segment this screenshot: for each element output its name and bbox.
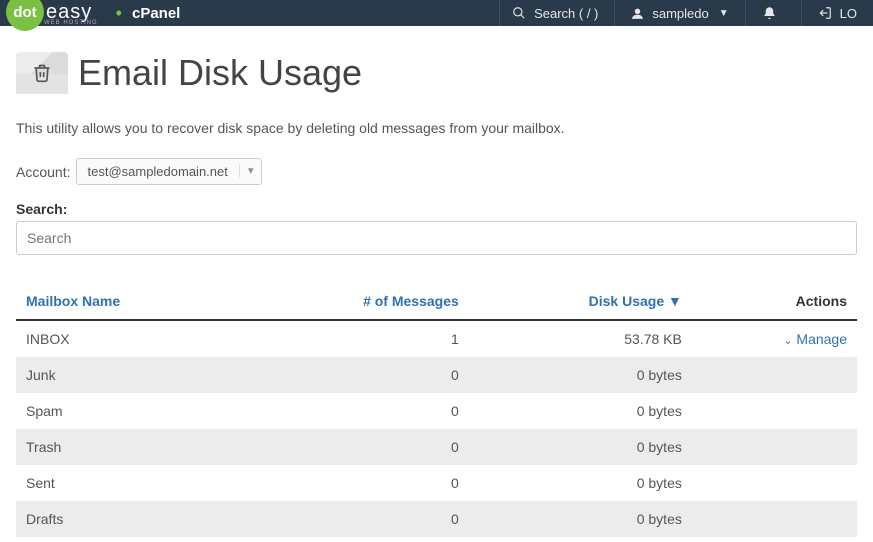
logout-label: LO <box>840 6 857 21</box>
account-row: Account: test@sampledomain.net <box>16 158 857 185</box>
notifications[interactable] <box>745 0 801 26</box>
cell-name: Trash <box>16 429 241 465</box>
cell-usage: 0 bytes <box>469 501 692 537</box>
table-row: Sent00 bytes <box>16 465 857 501</box>
logout-icon <box>818 6 832 20</box>
table-row: INBOX153.78 KB ⌄Manage <box>16 320 857 357</box>
cell-name: Junk <box>16 357 241 393</box>
cell-usage: 0 bytes <box>469 465 692 501</box>
mail-trash-icon <box>16 52 68 94</box>
cell-messages: 0 <box>241 393 469 429</box>
cell-actions <box>692 429 857 465</box>
logo-badge: dot <box>6 0 44 31</box>
logout[interactable]: LO <box>801 0 873 26</box>
page-body: Email Disk Usage This utility allows you… <box>0 26 873 537</box>
user-icon <box>631 7 644 20</box>
cell-name: Spam <box>16 393 241 429</box>
cell-name: Drafts <box>16 501 241 537</box>
cell-messages: 0 <box>241 357 469 393</box>
cell-actions <box>692 357 857 393</box>
top-header: dot easy WEB HOSTING • cPanel Search ( /… <box>0 0 873 26</box>
cell-usage: 0 bytes <box>469 429 692 465</box>
cell-messages: 0 <box>241 465 469 501</box>
brand-label[interactable]: cPanel <box>132 5 180 22</box>
search-icon <box>512 6 526 20</box>
table-row: Spam00 bytes <box>16 393 857 429</box>
cell-name: Sent <box>16 465 241 501</box>
cell-messages: 1 <box>241 320 469 357</box>
user-menu[interactable]: sampledo ▼ <box>614 0 744 26</box>
table-row: Drafts00 bytes <box>16 501 857 537</box>
logo-subtext: WEB HOSTING <box>44 20 98 26</box>
chevron-down-icon: ⌄ <box>783 334 792 347</box>
username: sampledo <box>652 6 708 21</box>
col-actions: Actions <box>692 283 857 320</box>
caret-down-icon: ▼ <box>719 8 729 19</box>
cell-messages: 0 <box>241 501 469 537</box>
cell-usage: 53.78 KB <box>469 320 692 357</box>
separator-dot: • <box>116 3 122 24</box>
col-messages[interactable]: # of Messages <box>241 283 469 320</box>
col-disk-usage[interactable]: Disk Usage ▼ <box>469 283 692 320</box>
account-select[interactable]: test@sampledomain.net <box>76 158 262 185</box>
manage-link[interactable]: ⌄Manage <box>783 331 847 347</box>
cell-usage: 0 bytes <box>469 393 692 429</box>
table-row: Junk00 bytes <box>16 357 857 393</box>
cell-actions <box>692 393 857 429</box>
header-search[interactable]: Search ( / ) <box>499 0 614 26</box>
title-row: Email Disk Usage <box>16 52 857 94</box>
cell-actions <box>692 465 857 501</box>
bell-icon <box>762 6 777 21</box>
logo[interactable]: dot easy WEB HOSTING <box>6 0 98 31</box>
cell-actions: ⌄Manage <box>692 320 857 357</box>
header-search-placeholder: Search ( / ) <box>534 6 598 21</box>
account-value: test@sampledomain.net <box>87 164 227 179</box>
cell-actions <box>692 501 857 537</box>
cell-usage: 0 bytes <box>469 357 692 393</box>
search-input[interactable] <box>16 221 857 255</box>
col-mailbox-name[interactable]: Mailbox Name <box>16 283 241 320</box>
cell-name: INBOX <box>16 320 241 357</box>
search-label: Search: <box>16 201 857 217</box>
page-title: Email Disk Usage <box>78 52 362 94</box>
header-right: Search ( / ) sampledo ▼ LO <box>499 0 873 26</box>
page-description: This utility allows you to recover disk … <box>16 120 857 136</box>
table-row: Trash00 bytes <box>16 429 857 465</box>
account-label: Account: <box>16 164 70 180</box>
cell-messages: 0 <box>241 429 469 465</box>
mailbox-table: Mailbox Name # of Messages Disk Usage ▼ … <box>16 283 857 537</box>
